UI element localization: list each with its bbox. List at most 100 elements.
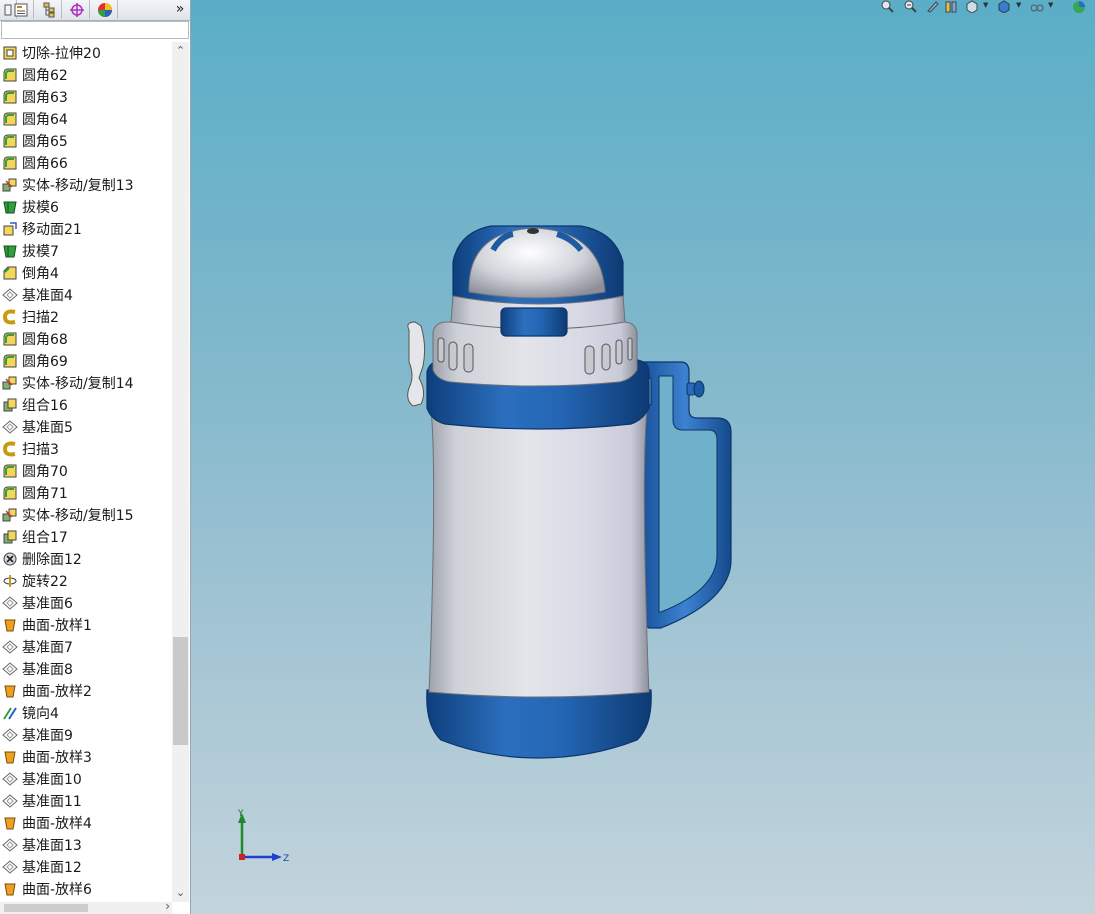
feature-filter-input[interactable] [1, 21, 189, 39]
move-copy-body-icon [2, 177, 18, 193]
scroll-down-button[interactable]: ⌄ [172, 884, 189, 902]
manager-tab-bar: » [0, 0, 190, 21]
display-manager-tab[interactable] [93, 0, 118, 19]
feature-tree-item-label: 曲面-放样3 [22, 750, 92, 766]
feature-tree-item-label: 圆角65 [22, 134, 68, 150]
plane-icon [2, 661, 18, 677]
fillet-icon [2, 485, 18, 501]
fillet-icon [2, 89, 18, 105]
feature-tree-item-label: 曲面-放样1 [22, 618, 92, 634]
feature-tree-item-label: 圆角70 [22, 464, 68, 480]
feature-tree-item[interactable]: 曲面-放样3 [0, 746, 172, 768]
surface-loft-icon [2, 749, 18, 765]
feature-tree-item[interactable]: 基准面8 [0, 658, 172, 680]
property-manager-tab[interactable] [9, 0, 34, 19]
feature-tree-item-label: 实体-移动/复制15 [22, 508, 134, 524]
feature-tree-item[interactable]: 曲面-放样4 [0, 812, 172, 834]
tree-vertical-scrollbar[interactable]: ⌃ ⌄ [172, 42, 189, 902]
feature-tree-item[interactable]: 圆角71 [0, 482, 172, 504]
bottle-body [428, 409, 650, 698]
feature-tree-item[interactable]: 圆角65 [0, 130, 172, 152]
surface-loft-icon [2, 815, 18, 831]
feature-tree-item[interactable]: 圆角62 [0, 64, 172, 86]
mirror-icon [2, 705, 18, 721]
feature-tree-item[interactable]: 圆角63 [0, 86, 172, 108]
feature-tree-item[interactable]: 倒角4 [0, 262, 172, 284]
plane-icon [2, 419, 18, 435]
appearance-pie-icon [98, 2, 112, 17]
scroll-thumb[interactable] [173, 637, 188, 745]
feature-tree-item-label: 基准面4 [22, 288, 73, 304]
crosshair-icon [70, 2, 84, 17]
plane-icon [2, 771, 18, 787]
horizontal-scroll-thumb[interactable] [4, 904, 88, 912]
feature-tree-item-label: 移动面21 [22, 222, 82, 238]
tab-expand-button[interactable]: » [172, 0, 188, 19]
feature-tree-item-label: 基准面13 [22, 838, 82, 854]
feature-tree-item[interactable]: 实体-移动/复制13 [0, 174, 172, 196]
feature-tree-item[interactable]: 切除-拉伸20 [0, 42, 172, 64]
feature-tree-item[interactable]: 圆角64 [0, 108, 172, 130]
feature-tree-item[interactable]: 曲面-放样1 [0, 614, 172, 636]
feature-tree-item[interactable]: 拔模7 [0, 240, 172, 262]
feature-tree-item-label: 基准面9 [22, 728, 73, 744]
property-sheet-icon [14, 3, 28, 16]
feature-tree-item[interactable]: 曲面-放样6 [0, 878, 172, 900]
feature-tree-item[interactable]: 镜向4 [0, 702, 172, 724]
feature-tree-item-label: 曲面-放样4 [22, 816, 92, 832]
move-copy-body-icon [2, 375, 18, 391]
surface-loft-icon [2, 617, 18, 633]
feature-tree-item-label: 曲面-放样6 [22, 882, 92, 898]
feature-tree-item[interactable]: 基准面10 [0, 768, 172, 790]
sweep-icon [2, 441, 18, 457]
feature-tree-item[interactable]: 曲面-放样2 [0, 680, 172, 702]
feature-tree-item[interactable]: 扫描3 [0, 438, 172, 460]
feature-tree-item-label: 圆角66 [22, 156, 68, 172]
feature-tree-item[interactable]: 旋转22 [0, 570, 172, 592]
feature-tree-item[interactable]: 删除面12 [0, 548, 172, 570]
triad-y-label: Y [237, 809, 244, 819]
feature-tree-item[interactable]: 基准面11 [0, 790, 172, 812]
feature-tree-item[interactable]: 圆角66 [0, 152, 172, 174]
feature-tree-item[interactable]: 基准面13 [0, 834, 172, 856]
plane-icon [2, 859, 18, 875]
feature-tree-item[interactable]: 基准面6 [0, 592, 172, 614]
feature-tree-item-label: 组合17 [22, 530, 68, 546]
scroll-right-button[interactable]: › [165, 899, 170, 913]
feature-tree-item-label: 删除面12 [22, 552, 82, 568]
plane-icon [2, 793, 18, 809]
configuration-icon [43, 2, 55, 17]
feature-tree-item[interactable]: 拔模6 [0, 196, 172, 218]
feature-tree-item[interactable]: 基准面12 [0, 856, 172, 878]
feature-tree-item[interactable]: 基准面7 [0, 636, 172, 658]
bottle-base [426, 689, 652, 759]
feature-tree-item[interactable]: 移动面21 [0, 218, 172, 240]
fillet-icon [2, 133, 18, 149]
feature-tree-item[interactable]: 基准面5 [0, 416, 172, 438]
feature-tree-item[interactable]: 圆角68 [0, 328, 172, 350]
thermos-bottle-model[interactable] [191, 0, 1095, 914]
feature-tree-item-label: 镜向4 [22, 706, 59, 722]
feature-tree-item[interactable]: 组合16 [0, 394, 172, 416]
configuration-manager-tab[interactable] [37, 0, 62, 19]
triad-z-label: Z [283, 854, 289, 864]
feature-tree-item[interactable]: 实体-移动/复制14 [0, 372, 172, 394]
feature-tree-item[interactable]: 扫描2 [0, 306, 172, 328]
tree-horizontal-scrollbar[interactable]: › [0, 899, 172, 914]
dimxpert-tab[interactable] [65, 0, 90, 19]
feature-tree-item[interactable]: 圆角69 [0, 350, 172, 372]
feature-tree-item-label: 基准面11 [22, 794, 82, 810]
feature-tree-item-label: 基准面5 [22, 420, 73, 436]
feature-tree-item[interactable]: 组合17 [0, 526, 172, 548]
feature-tree-item-label: 圆角63 [22, 90, 68, 106]
feature-tree-item[interactable]: 基准面9 [0, 724, 172, 746]
feature-tree-item[interactable]: 基准面4 [0, 284, 172, 306]
graphics-viewport[interactable]: ▼ ▼ ▼ Y Z [191, 0, 1095, 914]
plane-icon [2, 595, 18, 611]
side-clip [407, 321, 426, 407]
feature-tree-item-label: 圆角62 [22, 68, 68, 84]
feature-tree-item[interactable]: 实体-移动/复制15 [0, 504, 172, 526]
fillet-icon [2, 353, 18, 369]
feature-tree-item[interactable]: 圆角70 [0, 460, 172, 482]
scroll-up-button[interactable]: ⌃ [172, 42, 189, 60]
